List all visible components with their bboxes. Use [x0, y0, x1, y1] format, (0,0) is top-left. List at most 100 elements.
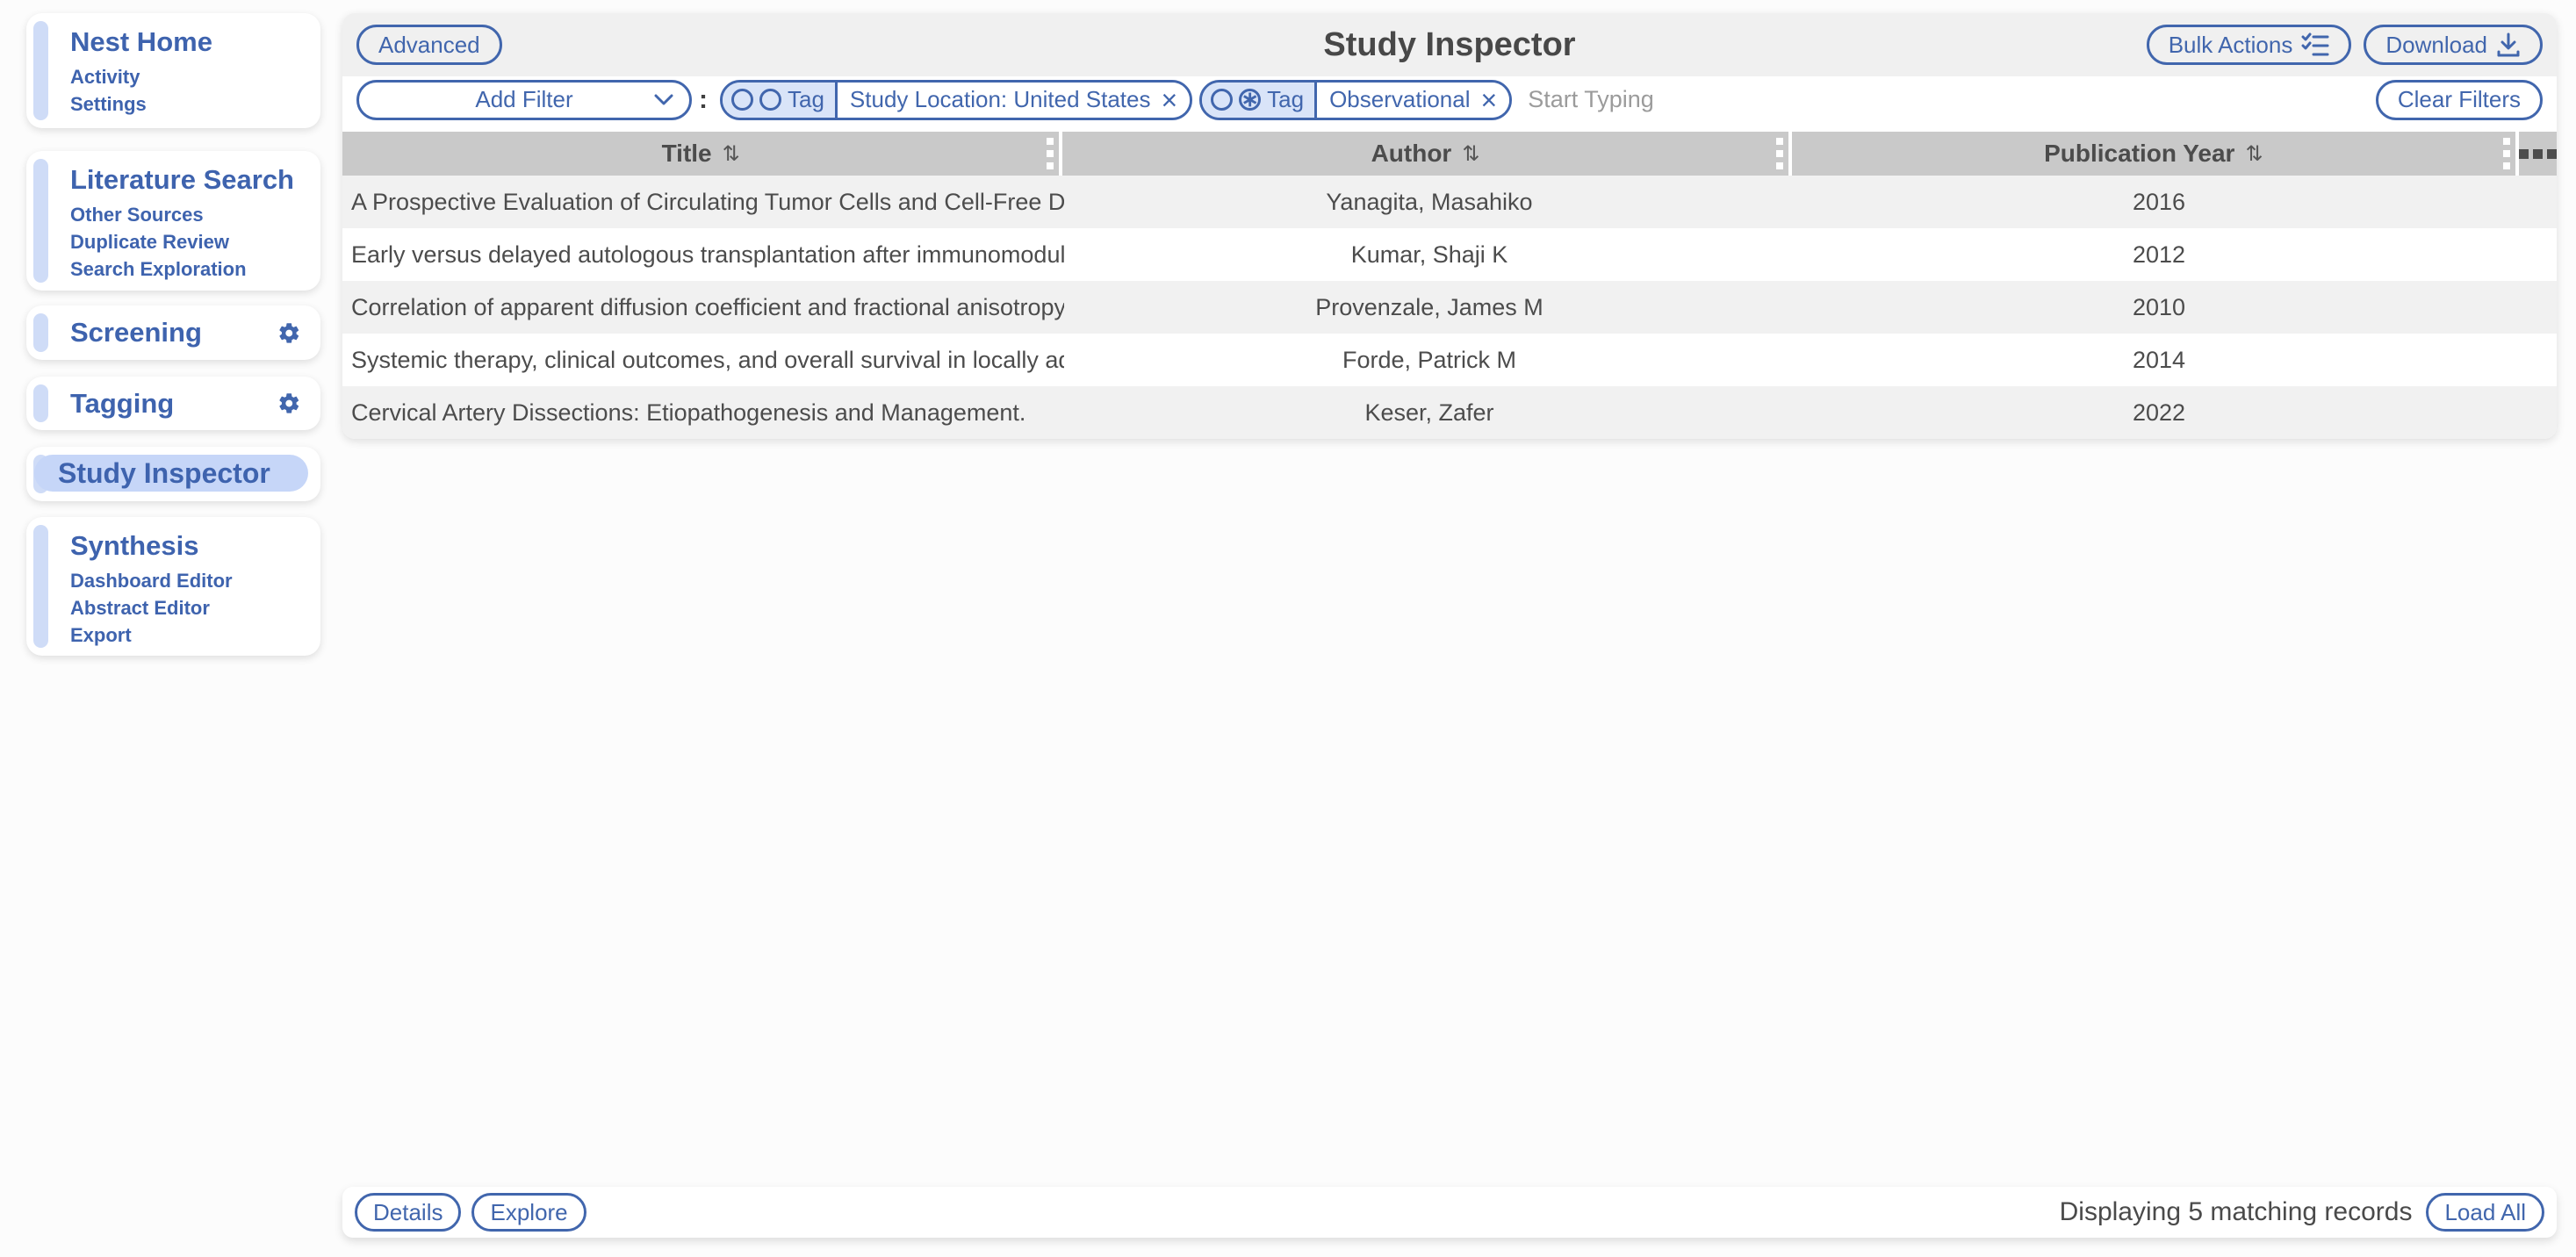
sidebar-item-synthesis[interactable]: Synthesis — [70, 529, 303, 563]
table-row[interactable]: Systemic therapy, clinical outcomes, and… — [342, 334, 2557, 386]
dotted-handle-icon[interactable] — [1047, 138, 1054, 169]
load-all-button[interactable]: Load All — [2426, 1193, 2544, 1232]
circle-icon[interactable] — [731, 89, 753, 111]
explore-button[interactable]: Explore — [471, 1193, 586, 1232]
sidebar-item-literature-search[interactable]: Literature Search — [70, 163, 303, 197]
sidebar-item-abstract-editor[interactable]: Abstract Editor — [70, 594, 303, 621]
spacer — [342, 123, 2557, 132]
filter-chip-type: Tag — [723, 83, 838, 118]
dotted-handle-icon[interactable] — [2503, 138, 2510, 169]
cell-author: Provenzale, James M — [1064, 281, 1795, 334]
asterisk-glyph: ∗ — [1241, 90, 1259, 111]
filter-bar: Add Filter : Tag Study Location: United … — [342, 76, 2557, 123]
table-row[interactable]: Correlation of apparent diffusion coeffi… — [342, 281, 2557, 334]
title-bar: Advanced Study Inspector Bulk Actions Do… — [342, 13, 2557, 76]
cell-author: Forde, Patrick M — [1064, 334, 1795, 386]
filter-chip-value: Observational — [1329, 86, 1470, 113]
sidebar-item-dashboard-editor[interactable]: Dashboard Editor — [70, 567, 303, 594]
filter-chip-category: Tag — [1267, 86, 1304, 113]
sort-icon[interactable]: ⇅ — [723, 141, 740, 167]
sidebar-item-other-sources[interactable]: Other Sources — [70, 201, 303, 228]
gear-icon[interactable] — [277, 321, 301, 345]
close-icon[interactable]: × — [1161, 86, 1177, 114]
table-row[interactable]: Early versus delayed autologous transpla… — [342, 228, 2557, 281]
column-header-title-label: Title — [662, 140, 712, 168]
column-header-author-label: Author — [1371, 140, 1452, 168]
advanced-button[interactable]: Advanced — [356, 25, 502, 65]
close-icon[interactable]: × — [1481, 86, 1498, 114]
filter-chip-category: Tag — [788, 86, 824, 113]
sidebar-item-tagging[interactable]: Tagging — [70, 387, 174, 420]
column-header-publication-year[interactable]: Publication Year ⇅ — [1792, 132, 2515, 176]
page-title: Study Inspector — [1323, 26, 1575, 64]
sidebar-item-duplicate-review[interactable]: Duplicate Review — [70, 228, 303, 255]
filter-typing-placeholder[interactable]: Start Typing — [1528, 86, 1654, 113]
gear-icon[interactable] — [277, 391, 301, 415]
filter-separator: : — [699, 85, 708, 115]
add-filter-dropdown[interactable]: Add Filter — [356, 80, 692, 120]
table-row[interactable]: Cervical Artery Dissections: Etiopathoge… — [342, 386, 2557, 439]
column-header-author[interactable]: Author ⇅ — [1062, 132, 1788, 176]
sidebar-card-tagging: Tagging — [26, 377, 320, 430]
details-button-label: Details — [373, 1199, 443, 1226]
filter-chip-observational[interactable]: ∗ Tag Observational × — [1199, 80, 1512, 120]
sidebar-card-study-inspector: Study Inspector — [26, 447, 320, 501]
filter-chip-type: ∗ Tag — [1202, 83, 1317, 118]
bulk-actions-button-label: Bulk Actions — [2169, 32, 2293, 59]
details-button[interactable]: Details — [355, 1193, 461, 1232]
sidebar-item-search-exploration[interactable]: Search Exploration — [70, 255, 303, 283]
load-all-button-label: Load All — [2444, 1199, 2526, 1226]
sidebar-item-study-inspector[interactable]: Study Inspector — [34, 455, 308, 492]
sidebar-item-export[interactable]: Export — [70, 621, 303, 649]
download-button-label: Download — [2385, 32, 2487, 59]
sort-icon[interactable]: ⇅ — [1462, 141, 1479, 167]
column-header-title[interactable]: Title ⇅ — [342, 132, 1059, 176]
cell-year: 2022 — [1795, 386, 2523, 439]
sort-icon[interactable]: ⇅ — [2245, 141, 2263, 167]
sidebar-card-nest-home: Nest Home Activity Settings — [26, 13, 320, 128]
cell-title: Cervical Artery Dissections: Etiopathoge… — [342, 386, 1064, 439]
add-filter-label: Add Filter — [475, 86, 572, 113]
filter-chip-value: Study Location: United States — [850, 86, 1151, 113]
sidebar-item-nest-home[interactable]: Nest Home — [70, 25, 303, 59]
sidebar-item-settings[interactable]: Settings — [70, 90, 303, 118]
sidebar-item-study-inspector-label: Study Inspector — [58, 456, 270, 490]
ellipsis-icon[interactable] — [2519, 132, 2557, 176]
cell-year: 2012 — [1795, 228, 2523, 281]
clear-filters-label: Clear Filters — [2398, 86, 2521, 113]
sidebar-item-screening[interactable]: Screening — [70, 316, 202, 349]
cell-year: 2016 — [1795, 176, 2523, 228]
download-button[interactable]: Download — [2364, 25, 2543, 65]
cell-author: Yanagita, Masahiko — [1064, 176, 1795, 228]
download-icon — [2496, 32, 2521, 57]
table-header: Title ⇅ Author ⇅ Publication Year ⇅ — [342, 132, 2557, 176]
sidebar-card-synthesis: Synthesis Dashboard Editor Abstract Edit… — [26, 517, 320, 656]
chevron-down-icon — [654, 94, 673, 105]
record-count-status: Displaying 5 matching records — [2060, 1197, 2413, 1227]
cell-year: 2014 — [1795, 334, 2523, 386]
cell-year: 2010 — [1795, 281, 2523, 334]
cell-title: Systemic therapy, clinical outcomes, and… — [342, 334, 1064, 386]
bulk-actions-button[interactable]: Bulk Actions — [2147, 25, 2352, 65]
cell-author: Kumar, Shaji K — [1064, 228, 1795, 281]
filter-chip-study-location[interactable]: Tag Study Location: United States × — [720, 80, 1192, 120]
explore-button-label: Explore — [490, 1199, 567, 1226]
cell-title: Early versus delayed autologous transpla… — [342, 228, 1064, 281]
sidebar-card-screening: Screening — [26, 305, 320, 360]
circle-icon[interactable] — [759, 89, 781, 111]
footer-bar: Details Explore Displaying 5 matching re… — [342, 1187, 2557, 1238]
asterisk-circle-icon[interactable]: ∗ — [1239, 89, 1261, 111]
table-row[interactable]: A Prospective Evaluation of Circulating … — [342, 176, 2557, 228]
study-inspector-panel: Advanced Study Inspector Bulk Actions Do… — [342, 13, 2557, 439]
cell-title: Correlation of apparent diffusion coeffi… — [342, 281, 1064, 334]
checklist-icon — [2301, 32, 2329, 57]
cell-title: A Prospective Evaluation of Circulating … — [342, 176, 1064, 228]
advanced-button-label: Advanced — [378, 32, 480, 59]
dotted-handle-icon[interactable] — [1776, 138, 1783, 169]
clear-filters-button[interactable]: Clear Filters — [2376, 80, 2543, 120]
sidebar-card-literature-search: Literature Search Other Sources Duplicat… — [26, 151, 320, 291]
cell-author: Keser, Zafer — [1064, 386, 1795, 439]
circle-icon[interactable] — [1211, 89, 1233, 111]
sidebar-item-activity[interactable]: Activity — [70, 63, 303, 90]
column-header-publication-year-label: Publication Year — [2044, 140, 2234, 168]
